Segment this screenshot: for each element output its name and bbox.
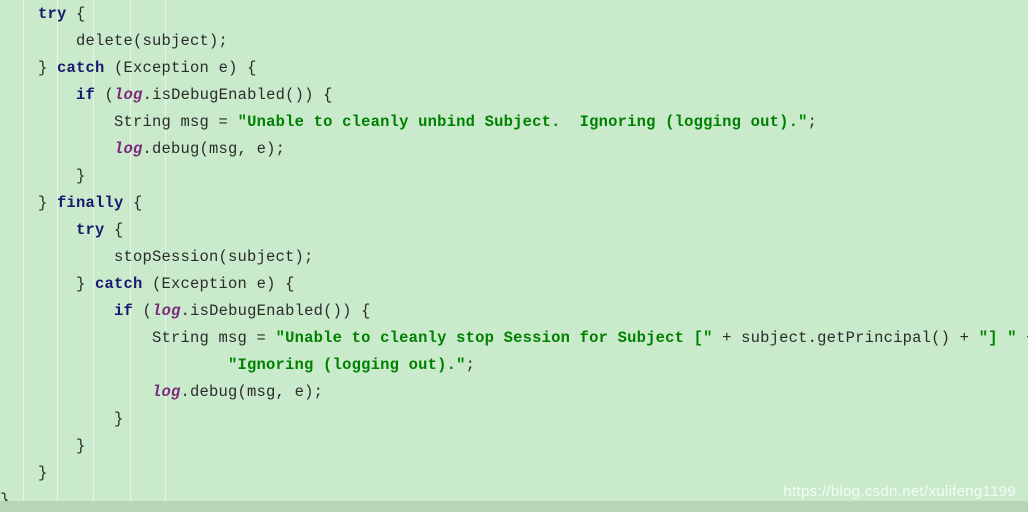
code-token-plain: } [38,464,48,482]
code-token-plain: } [76,437,86,455]
code-token-field: log [152,302,181,320]
code-line: } finally { [0,190,1028,217]
code-token-kw: catch [57,59,105,77]
code-block: try { delete(subject); } catch (Exceptio… [0,0,1028,512]
code-token-plain: } [38,59,58,77]
code-line: } catch (Exception e) { [0,55,1028,82]
code-token-kw: catch [95,275,143,293]
code-token-plain: delete(subject); [76,32,229,50]
bottom-strip [0,501,1028,512]
code-token-field: log [152,383,181,401]
code-token-plain: .debug(msg, e); [180,383,324,401]
code-line: try { [0,1,1028,28]
code-token-plain: } [76,275,96,293]
code-token-plain: } [76,167,86,185]
code-line: "Ignoring (logging out)."; [0,352,1028,379]
code-line: } catch (Exception e) { [0,271,1028,298]
code-token-plain: } [114,410,124,428]
code-line: String msg = "Unable to cleanly stop Ses… [0,325,1028,352]
code-token-plain: .debug(msg, e); [142,140,286,158]
code-line: stopSession(subject); [0,244,1028,271]
code-token-plain: + [1017,329,1028,347]
code-token-plain: { [123,194,143,212]
code-token-plain: .isDebugEnabled()) { [180,302,371,320]
code-token-kw: try [76,221,105,239]
code-token-plain: String msg = [152,329,276,347]
code-token-kw: try [38,5,67,23]
code-line: if (log.isDebugEnabled()) { [0,298,1028,325]
code-line: } [0,406,1028,433]
code-line: log.debug(msg, e); [0,379,1028,406]
code-line: delete(subject); [0,28,1028,55]
code-token-plain: + subject.getPrincipal() + [712,329,979,347]
code-token-str: "Unable to cleanly unbind Subject. Ignor… [237,113,808,131]
code-token-str: "] " [978,329,1017,347]
code-token-str: "Ignoring (logging out)." [228,356,466,374]
code-token-plain: ; [465,356,476,374]
code-token-kw: finally [57,194,124,212]
code-token-kw: if [114,302,134,320]
code-token-field: log [114,86,143,104]
code-line: if (log.isDebugEnabled()) { [0,82,1028,109]
code-line: } [0,460,1028,487]
code-token-plain: ( [95,86,115,104]
code-line: log.debug(msg, e); [0,136,1028,163]
code-token-plain: String msg = [114,113,238,131]
code-token-plain: ; [807,113,818,131]
code-token-plain: stopSession(subject); [114,248,314,266]
code-token-plain: ( [133,302,153,320]
code-token-plain: { [66,5,86,23]
code-token-plain: { [104,221,124,239]
code-snippet-surface: try { delete(subject); } catch (Exceptio… [0,0,1028,512]
code-token-field: log [114,140,143,158]
code-token-plain: (Exception e) { [142,275,295,293]
code-line: } [0,163,1028,190]
code-line: } [0,433,1028,460]
code-token-kw: if [76,86,96,104]
code-token-plain: (Exception e) { [104,59,257,77]
code-token-str: "Unable to cleanly stop Session for Subj… [275,329,713,347]
code-line: String msg = "Unable to cleanly unbind S… [0,109,1028,136]
code-token-plain: .isDebugEnabled()) { [142,86,333,104]
code-token-plain: } [38,194,58,212]
code-line: try { [0,217,1028,244]
